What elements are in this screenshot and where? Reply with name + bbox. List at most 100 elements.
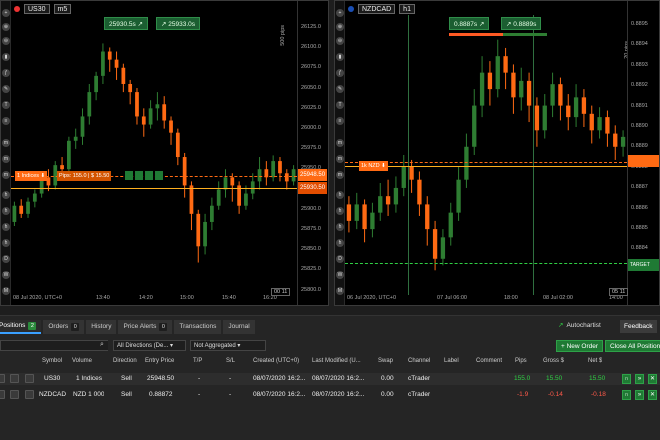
feedback-button[interactable]: Feedback: [620, 320, 657, 333]
col-swap[interactable]: Swap: [378, 356, 393, 367]
layers-icon[interactable]: ≡: [336, 117, 344, 125]
col-net[interactable]: Net $: [588, 356, 602, 367]
position-volume-label[interactable]: 1k NZD ⬇: [359, 161, 388, 171]
col-tp[interactable]: T/P: [193, 356, 202, 367]
tab-transactions[interactable]: Transactions: [174, 320, 222, 334]
timeframe-icon[interactable]: h: [2, 223, 10, 231]
search-input[interactable]: [0, 340, 108, 351]
tab-history[interactable]: History: [86, 320, 117, 334]
buy-button[interactable]: ↗ 0.8889s: [501, 17, 542, 30]
timeframe-icon[interactable]: m: [336, 171, 344, 179]
table-row[interactable]: US30 1 Indices Sell 25948.50 - - 08/07/2…: [0, 373, 660, 385]
timeframe-icon[interactable]: M: [336, 287, 344, 295]
zoom-in-icon[interactable]: ⊕: [2, 23, 10, 31]
col-gross[interactable]: Gross $: [543, 356, 564, 367]
y-tick-label: 0.8885: [631, 225, 648, 231]
drawing-icon[interactable]: ✎: [2, 85, 10, 93]
close-position-icon[interactable]: ✕: [648, 390, 657, 400]
symbol-selector[interactable]: NZDCAD: [358, 3, 396, 14]
reverse-icon[interactable]: [125, 171, 133, 180]
col-channel[interactable]: Channel: [408, 356, 430, 367]
col-direction[interactable]: Direction: [113, 356, 141, 367]
text-tool-icon[interactable]: T: [336, 101, 344, 109]
candle-body: [378, 196, 383, 213]
timeframe-icon[interactable]: h: [2, 239, 10, 247]
price-axis-left[interactable]: 26125.0 26100.0 26075.0 26050.0 26025.0 26000…: [297, 1, 328, 305]
gear-icon[interactable]: [25, 374, 34, 383]
close-all-button[interactable]: Close All Positions: [605, 340, 660, 352]
chart-type-icon[interactable]: ▮: [336, 53, 344, 61]
tab-price-alerts[interactable]: Price Alerts 0: [118, 320, 173, 334]
chart-us30[interactable]: + ⊕ ⊖ ▮ ƒ ✎ T ≡ m m m h h h h D W M US30…: [0, 0, 329, 306]
double-icon[interactable]: »: [635, 390, 644, 400]
col-entry-price[interactable]: Entry Price: [145, 356, 174, 367]
protection-icon[interactable]: [135, 171, 143, 180]
col-created[interactable]: Created (UTC+0): [253, 356, 309, 367]
reverse-icon[interactable]: ∩: [622, 390, 631, 400]
chart-nzdcad[interactable]: + ⊕ ⊖ ▮ ƒ ✎ T ≡ m m m h h h h D W M NZDC…: [334, 0, 660, 306]
tab-journal[interactable]: Journal: [223, 320, 255, 334]
indicators-icon[interactable]: ƒ: [2, 69, 10, 77]
close-position-icon[interactable]: [155, 171, 163, 180]
timeframe-icon[interactable]: h: [336, 223, 344, 231]
col-pips[interactable]: Pips: [515, 356, 527, 367]
chart-type-icon[interactable]: ▮: [2, 53, 10, 61]
direction-filter[interactable]: All Directions (De... ▾: [113, 340, 186, 351]
timeframe-icon[interactable]: m: [2, 171, 10, 179]
price-axis-right[interactable]: 0.8895 0.8894 0.8893 0.8892 0.8891 0.8890 0.88…: [627, 1, 659, 305]
col-sl[interactable]: S/L: [226, 356, 235, 367]
sell-button[interactable]: 25930.5s ↗: [104, 17, 149, 30]
col-modified[interactable]: Last Modified (U...: [312, 356, 372, 367]
crosshair-tool-icon[interactable]: +: [2, 9, 10, 17]
symbol-selector[interactable]: US30: [24, 3, 50, 14]
buy-button[interactable]: ↗ 25933.0s: [156, 17, 201, 30]
timeframe-selector[interactable]: h1: [399, 3, 415, 14]
timeframe-icon[interactable]: D: [336, 255, 344, 263]
countdown-badge: 05 11: [609, 288, 629, 296]
autochartist-button[interactable]: ↗ Autochartist: [558, 321, 601, 330]
search-icon[interactable]: ⌕: [100, 341, 104, 349]
col-label[interactable]: Label: [444, 356, 459, 367]
zoom-out-icon[interactable]: ⊖: [2, 37, 10, 45]
sell-button[interactable]: 0.8887s ↗: [449, 17, 490, 30]
close-row-icon[interactable]: [0, 390, 5, 399]
zoom-in-icon[interactable]: ⊕: [336, 23, 344, 31]
tab-positions[interactable]: Positions 2: [0, 320, 42, 334]
timeframe-icon[interactable]: m: [2, 155, 10, 163]
double-icon[interactable]: [145, 171, 153, 180]
timeframe-icon[interactable]: h: [336, 191, 344, 199]
crosshair-tool-icon[interactable]: +: [336, 9, 344, 17]
timeframe-icon[interactable]: W: [336, 271, 344, 279]
table-row[interactable]: NZDCAD NZD 1 000 Sell 0.88872 - - 08/07/…: [0, 389, 660, 401]
indicators-icon[interactable]: ƒ: [336, 69, 344, 77]
timeframe-icon[interactable]: m: [336, 139, 344, 147]
close-row-icon[interactable]: [0, 374, 5, 383]
drawing-icon[interactable]: ✎: [336, 85, 344, 93]
position-volume-label[interactable]: 1 Indices ⬇: [15, 171, 48, 181]
tab-orders[interactable]: Orders 0: [43, 320, 85, 334]
timeframe-icon[interactable]: W: [2, 271, 10, 279]
shield-icon[interactable]: [10, 374, 19, 383]
zoom-out-icon[interactable]: ⊖: [336, 37, 344, 45]
timeframe-icon[interactable]: m: [336, 155, 344, 163]
close-position-icon[interactable]: ✕: [648, 374, 657, 384]
aggregation-filter[interactable]: Not Aggregated ▾: [190, 340, 266, 351]
reverse-icon[interactable]: ∩: [622, 374, 631, 384]
timeframe-selector[interactable]: m5: [53, 3, 72, 14]
layers-icon[interactable]: ≡: [2, 117, 10, 125]
timeframe-icon[interactable]: h: [336, 207, 344, 215]
col-symbol[interactable]: Symbol: [42, 356, 62, 367]
col-volume[interactable]: Volume: [72, 356, 92, 367]
text-tool-icon[interactable]: T: [2, 101, 10, 109]
col-comment[interactable]: Comment: [476, 356, 502, 367]
timeframe-icon[interactable]: m: [2, 139, 10, 147]
timeframe-icon[interactable]: D: [2, 255, 10, 263]
timeframe-icon[interactable]: M: [2, 287, 10, 295]
timeframe-icon[interactable]: h: [336, 239, 344, 247]
shield-icon[interactable]: [10, 390, 19, 399]
gear-icon[interactable]: [25, 390, 34, 399]
timeframe-icon[interactable]: h: [2, 207, 10, 215]
double-icon[interactable]: »: [635, 374, 644, 384]
new-order-button[interactable]: + New Order: [556, 340, 604, 352]
timeframe-icon[interactable]: h: [2, 191, 10, 199]
